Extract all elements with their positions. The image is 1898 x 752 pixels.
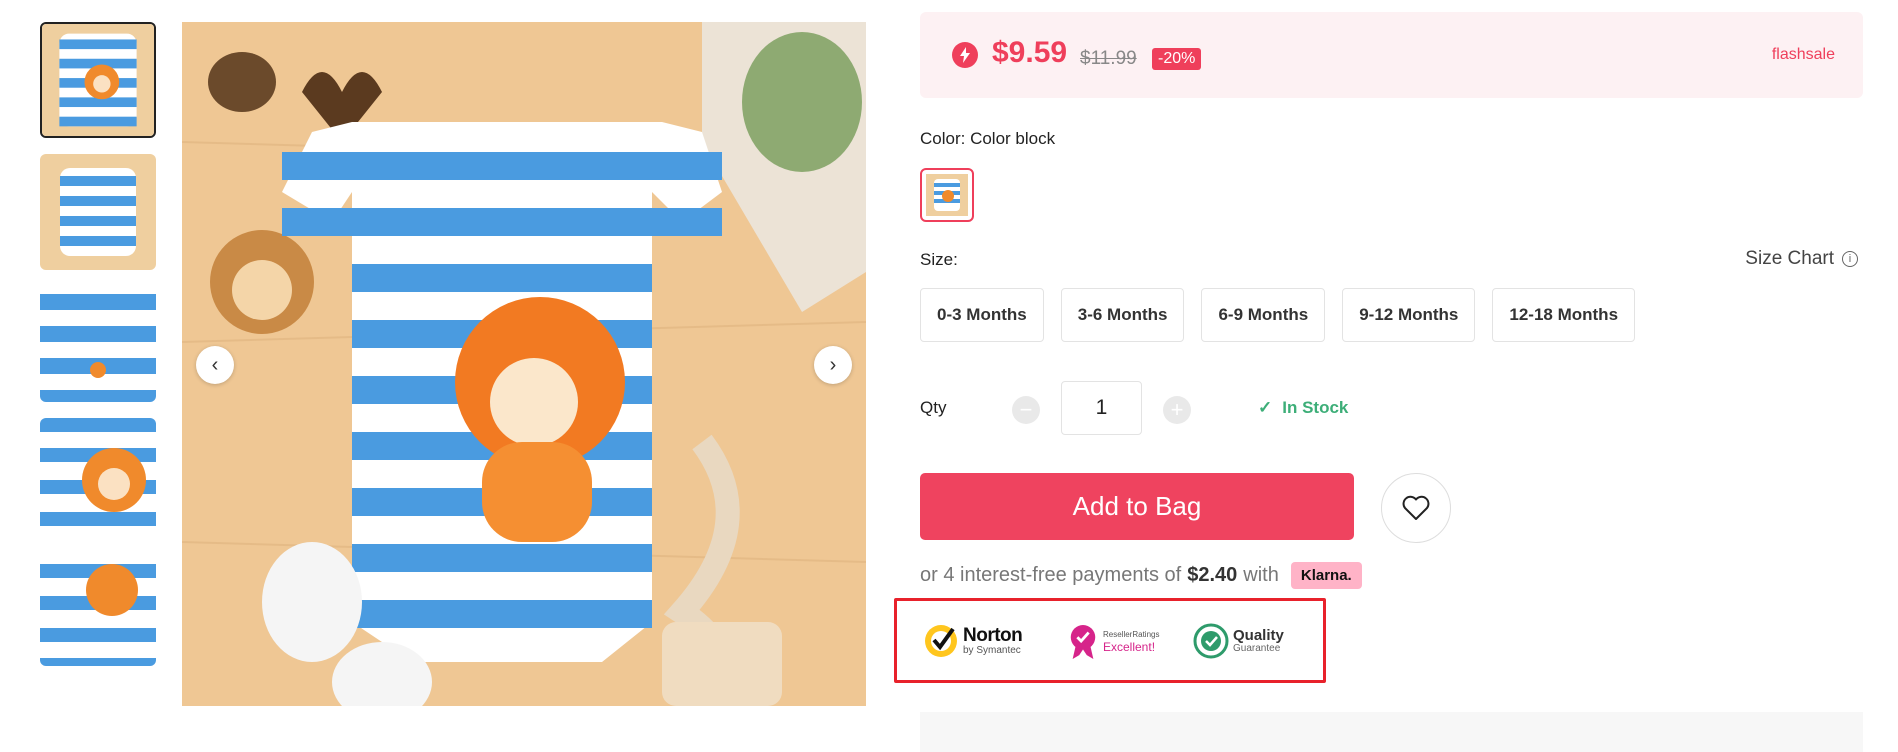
quality-subtitle: Guarantee: [1233, 643, 1281, 654]
stock-status: ✓ In Stock: [1258, 398, 1348, 418]
qty-input[interactable]: 1: [1061, 381, 1142, 435]
size-option[interactable]: 3-6 Months: [1060, 288, 1185, 342]
installment-amount: $2.40: [1187, 564, 1238, 586]
norton-title: Norton: [963, 624, 1023, 646]
trust-badges-box: Norton by Symantec ResellerRatings Excel…: [894, 598, 1326, 683]
quality-guarantee-badge: Quality Guarantee: [1193, 623, 1284, 659]
color-label: Color: Color block: [920, 129, 1056, 148]
thumbnail-3[interactable]: [40, 286, 156, 402]
striped-lion-romper-photo: [182, 22, 866, 706]
romper-print-thumbnail-image: [40, 418, 156, 534]
prev-image-button[interactable]: ‹: [196, 346, 234, 384]
klarna-badge[interactable]: Klarna.: [1290, 562, 1362, 589]
romper-back-thumbnail-image: [40, 154, 156, 270]
quality-shield-icon: [1193, 623, 1229, 659]
ribbon-icon: [1070, 625, 1096, 659]
original-price: $11.99: [1080, 48, 1137, 69]
sale-price: $9.59: [992, 36, 1068, 69]
installment-prefix: or 4 interest-free payments of: [920, 564, 1182, 586]
thumbnail-5[interactable]: [40, 550, 156, 666]
norton-check-icon: [925, 625, 957, 657]
size-chart-label: Size Chart: [1745, 248, 1834, 269]
size-chart-link[interactable]: Size Chart i: [1745, 248, 1858, 270]
thumbnail-2[interactable]: [40, 154, 156, 270]
size-option[interactable]: 9-12 Months: [1342, 288, 1476, 342]
add-to-bag-button[interactable]: Add to Bag: [920, 473, 1354, 540]
qty-label: Qty: [920, 398, 947, 417]
size-option[interactable]: 0-3 Months: [920, 288, 1044, 342]
color-block-swatch-image: [926, 174, 968, 216]
installment-with: with: [1243, 564, 1279, 586]
reseller-title: ResellerRatings: [1103, 630, 1160, 639]
flash-icon: [952, 42, 978, 68]
size-label: Size:: [920, 250, 958, 269]
thumbnail-4[interactable]: [40, 418, 156, 534]
bottom-section-edge: [920, 712, 1863, 752]
stock-status-label: In Stock: [1282, 398, 1349, 417]
qty-increase-button[interactable]: +: [1163, 396, 1191, 424]
check-icon: ✓: [1258, 398, 1273, 417]
thumbnail-1[interactable]: [40, 22, 156, 138]
reseller-subtitle: Excellent!: [1103, 640, 1156, 654]
romper-closeup-thumbnail-image: [40, 550, 156, 666]
info-icon: i: [1842, 251, 1858, 267]
main-product-image: ‹ ›: [182, 22, 866, 706]
next-image-button[interactable]: ›: [814, 346, 852, 384]
discount-badge: -20%: [1152, 48, 1202, 70]
color-swatch[interactable]: [920, 168, 974, 222]
romper-detail-thumbnail-image: [40, 286, 156, 402]
chevron-left-icon: ‹: [211, 353, 219, 376]
size-option[interactable]: 12-18 Months: [1492, 288, 1636, 342]
quality-title: Quality: [1233, 627, 1284, 644]
romper-thumbnail-image: [42, 24, 154, 136]
heart-icon: [1402, 495, 1430, 520]
resellerratings-badge: ResellerRatings Excellent!: [1067, 623, 1159, 661]
price-box: $9.59 $11.99 -20% flashsale: [920, 12, 1863, 98]
chevron-right-icon: ›: [829, 353, 837, 376]
norton-subtitle: by Symantec: [963, 644, 1021, 656]
wishlist-button[interactable]: [1381, 473, 1451, 543]
installment-info: or 4 interest-free payments of $2.40 wit…: [920, 562, 1362, 589]
flashsale-label: flashsale: [1771, 46, 1835, 63]
size-options: 0-3 Months 3-6 Months 6-9 Months 9-12 Mo…: [920, 288, 1636, 342]
size-option[interactable]: 6-9 Months: [1201, 288, 1326, 342]
norton-badge: Norton by Symantec: [923, 623, 1023, 659]
qty-decrease-button[interactable]: −: [1012, 396, 1040, 424]
